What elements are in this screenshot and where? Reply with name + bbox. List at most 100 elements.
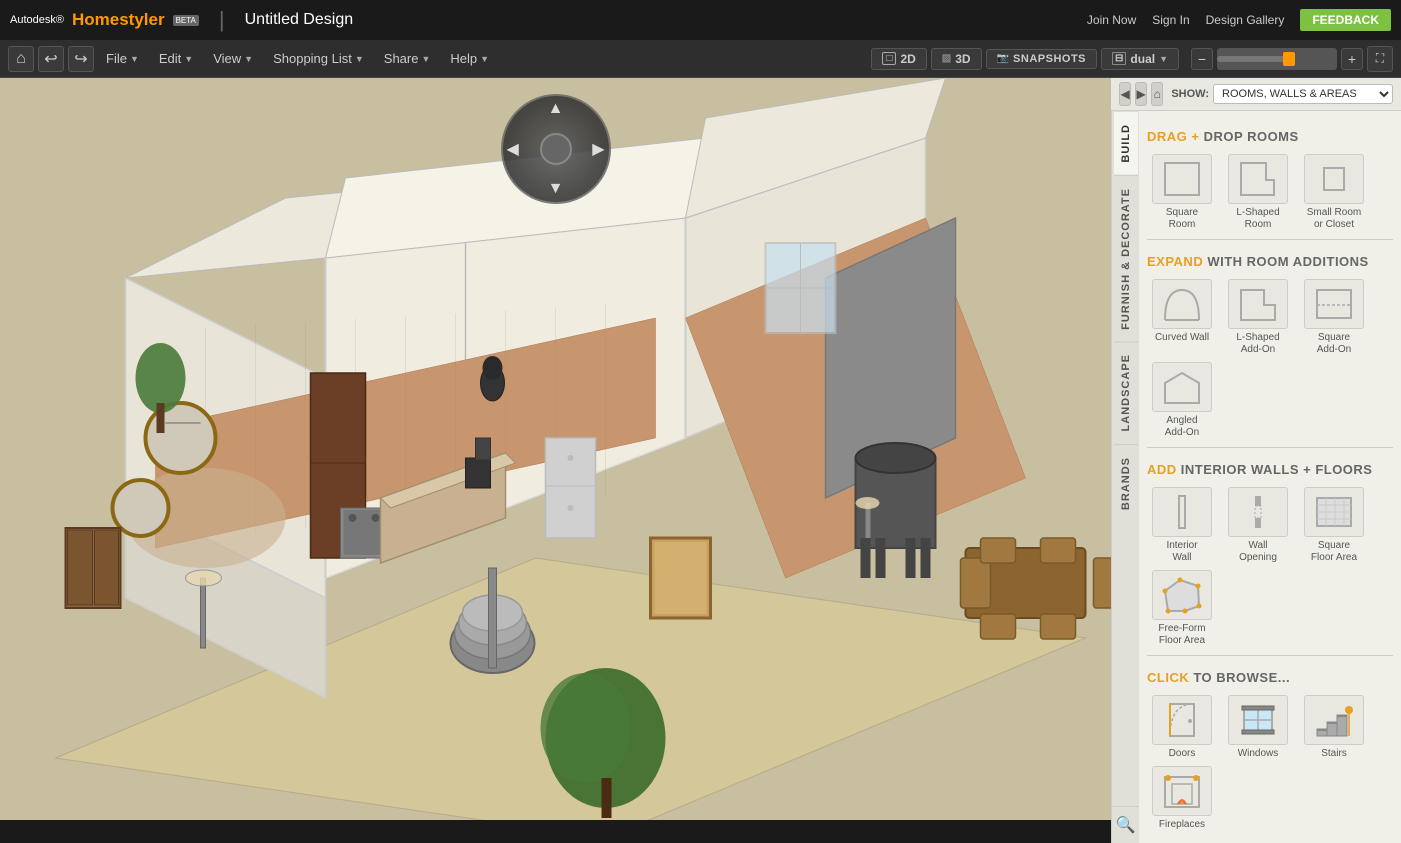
l-shaped-addon-item[interactable]: L-ShapedAdd-On (1223, 279, 1293, 356)
zoom-slider[interactable] (1217, 48, 1337, 70)
interior-wall-item[interactable]: InteriorWall (1147, 487, 1217, 564)
windows-item[interactable]: Windows (1223, 695, 1293, 760)
panel-navigation: ◀ ▶ ⌂ SHOW: ROOMS, WALLS & AREAS (1111, 78, 1401, 111)
divider-1 (1147, 239, 1393, 240)
snapshots-button[interactable]: 📷 SNAPSHOTS (986, 49, 1097, 69)
stairs-item[interactable]: Stairs (1299, 695, 1369, 760)
edit-menu[interactable]: Edit ▼ (151, 47, 201, 70)
freeform-floor-icon (1152, 570, 1212, 620)
zoom-in-button[interactable]: + (1341, 48, 1363, 70)
homestyler-label: Homestyler (72, 10, 165, 30)
drag-drop-section: DRAG + DROP ROOMS (1147, 119, 1393, 235)
shopping-list-menu[interactable]: Shopping List ▼ (265, 47, 372, 70)
divider-3 (1147, 655, 1393, 656)
redo-button[interactable]: ↪ (68, 46, 94, 72)
wall-opening-label: WallOpening (1239, 540, 1277, 564)
l-shaped-room-label: L-ShapedRoom (1236, 207, 1279, 231)
nav-left-arrow[interactable]: ◀ (507, 139, 519, 159)
square-floor-item[interactable]: SquareFloor Area (1299, 487, 1369, 564)
panel-back-button[interactable]: ◀ (1119, 82, 1131, 106)
tab-brands[interactable]: BRANDS (1114, 444, 1138, 522)
share-menu[interactable]: Share ▼ (376, 47, 439, 70)
curved-wall-label: Curved Wall (1155, 332, 1209, 344)
stairs-label: Stairs (1321, 748, 1347, 760)
l-shaped-room-item[interactable]: L-ShapedRoom (1223, 154, 1293, 231)
zoom-slider-fill (1217, 56, 1289, 62)
click-header: CLICK TO BROWSE... (1147, 660, 1393, 691)
nav-up-arrow[interactable]: ▲ (548, 100, 564, 118)
angled-addon-item[interactable]: AngledAdd-On (1147, 362, 1217, 439)
click-items-grid: Doors (1147, 691, 1393, 835)
dual-view-button[interactable]: ⊟ dual ▼ (1101, 48, 1179, 70)
square-room-label: SquareRoom (1166, 207, 1198, 231)
fullscreen-button[interactable]: ⛶ (1367, 46, 1393, 72)
stairs-icon (1304, 695, 1364, 745)
show-label: SHOW: (1171, 88, 1209, 100)
undo-button[interactable]: ↩ (38, 46, 64, 72)
tab-build[interactable]: BUILD (1114, 111, 1138, 175)
square-floor-icon (1304, 487, 1364, 537)
zoom-slider-handle[interactable] (1283, 52, 1295, 66)
angled-addon-icon (1152, 362, 1212, 412)
wall-opening-icon (1228, 487, 1288, 537)
add-header: ADD INTERIOR WALLS + FLOORS (1147, 452, 1393, 483)
tab-furnish[interactable]: FURNISH & DECORATE (1114, 175, 1138, 342)
panel-search-tab[interactable]: 🔍 (1112, 806, 1140, 843)
fireplaces-item[interactable]: Fireplaces (1147, 766, 1217, 831)
menu-bar: ⌂ ↩ ↪ File ▼ Edit ▼ View ▼ Shopping List… (0, 40, 1401, 78)
panel-home-button[interactable]: ⌂ (1151, 82, 1163, 106)
viewport[interactable]: ▲ ▼ ◀ ▶ (0, 78, 1111, 820)
design-title: Untitled Design (245, 11, 354, 29)
top-bar: Autodesk® Homestyler BETA | Untitled Des… (0, 0, 1401, 40)
square-room-item[interactable]: SquareRoom (1147, 154, 1217, 231)
doors-label: Doors (1169, 748, 1196, 760)
freeform-floor-item[interactable]: Free-FormFloor Area (1147, 570, 1217, 647)
view-2d-button[interactable]: □ 2D (871, 48, 926, 70)
square-room-icon (1152, 154, 1212, 204)
sign-in-link[interactable]: Sign In (1152, 13, 1189, 27)
zoom-area: − + ⛶ (1191, 46, 1393, 72)
nav-center-button[interactable] (540, 133, 572, 165)
nav-right-arrow[interactable]: ▶ (592, 139, 604, 159)
feedback-button[interactable]: FEEDBACK (1300, 9, 1391, 31)
view-3d-button[interactable]: ▨ 3D (931, 48, 982, 70)
divider-separator: | (219, 7, 225, 33)
doors-item[interactable]: Doors (1147, 695, 1217, 760)
zoom-out-button[interactable]: − (1191, 48, 1213, 70)
wall-opening-item[interactable]: WallOpening (1223, 487, 1293, 564)
small-room-icon (1304, 154, 1364, 204)
show-select[interactable]: ROOMS, WALLS & AREAS (1213, 84, 1393, 104)
expand-section: EXPAND WITH ROOM ADDITIONS (1147, 244, 1393, 443)
curved-wall-item[interactable]: Curved Wall (1147, 279, 1217, 356)
home-button[interactable]: ⌂ (8, 46, 34, 72)
drag-drop-header: DRAG + DROP ROOMS (1147, 119, 1393, 150)
fireplaces-label: Fireplaces (1159, 819, 1205, 831)
small-room-item[interactable]: Small Roomor Closet (1299, 154, 1369, 231)
add-items-grid: InteriorWall WallOpening (1147, 483, 1393, 651)
view-menu[interactable]: View ▼ (205, 47, 261, 70)
click-section: CLICK TO BROWSE... (1147, 660, 1393, 835)
expand-items-grid: Curved Wall L-ShapedAdd-On (1147, 275, 1393, 443)
square-floor-label: SquareFloor Area (1311, 540, 1357, 564)
l-shaped-room-icon (1228, 154, 1288, 204)
navigation-controls: ▲ ▼ ◀ ▶ (501, 94, 611, 204)
square-addon-item[interactable]: SquareAdd-On (1299, 279, 1369, 356)
design-gallery-link[interactable]: Design Gallery (1206, 13, 1285, 27)
l-shaped-addon-icon (1228, 279, 1288, 329)
fullscreen-icon: ⛶ (1376, 51, 1384, 66)
angled-addon-label: AngledAdd-On (1165, 415, 1199, 439)
file-menu[interactable]: File ▼ (98, 47, 147, 70)
drag-drop-items-grid: SquareRoom L-ShapedRoom (1147, 150, 1393, 235)
view-mode-group: □ 2D ▨ 3D 📷 SNAPSHOTS ⊟ dual ▼ (871, 48, 1179, 70)
autodesk-label: Autodesk® (10, 14, 64, 26)
tab-landscape[interactable]: LANDSCAPE (1114, 341, 1138, 443)
windows-icon (1228, 695, 1288, 745)
nav-down-arrow[interactable]: ▼ (548, 180, 564, 198)
top-right-links: Join Now Sign In Design Gallery FEEDBACK (1087, 9, 1391, 31)
expand-header: EXPAND WITH ROOM ADDITIONS (1147, 244, 1393, 275)
help-menu[interactable]: Help ▼ (442, 47, 497, 70)
show-dropdown: SHOW: ROOMS, WALLS & AREAS (1167, 84, 1393, 104)
panel-forward-button[interactable]: ▶ (1135, 82, 1147, 106)
small-room-label: Small Roomor Closet (1307, 207, 1361, 231)
join-now-link[interactable]: Join Now (1087, 13, 1136, 27)
